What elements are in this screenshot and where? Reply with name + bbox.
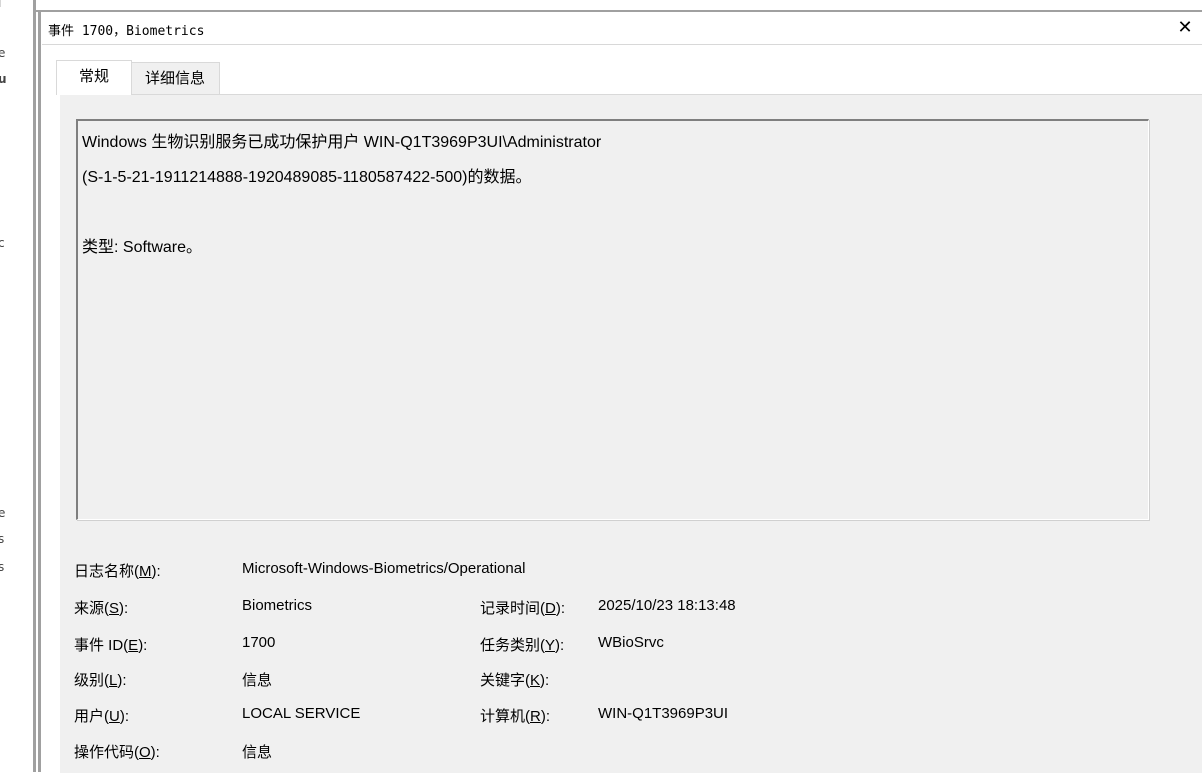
general-tab-panel: Windows 生物识别服务已成功保护用户 WIN-Q1T3969P3UI\Ad… [60,94,1202,773]
tab-general[interactable]: 常规 [56,60,132,95]
level-label: 级别(L): [74,672,127,689]
background-text-fragment: e [0,46,6,60]
background-window-edge: l e u c e s s [0,0,32,772]
opcode-value: 信息 [242,744,273,761]
task-category-value: WBioSrvc [598,634,664,651]
event-properties-dialog: 事件 1700，Biometrics ✕ 常规 详细信息 Windows 生物识… [42,12,1202,773]
logged-label: 记录时间(D): [480,600,566,617]
user-value: LOCAL SERVICE [242,705,361,722]
close-icon[interactable]: ✕ [1174,16,1196,40]
log-name-value: Microsoft-Windows-Biometrics/Operational [242,560,526,577]
tab-details[interactable]: 详细信息 [130,62,220,95]
source-label: 来源(S): [74,600,129,617]
opcode-label: 操作代码(O): [74,744,160,761]
log-name-label: 日志名称(M): [74,563,161,580]
background-text-fragment: c [0,236,5,250]
title-bar[interactable]: 事件 1700，Biometrics ✕ [42,12,1202,45]
logged-value: 2025/10/23 18:13:48 [598,597,736,614]
keywords-label: 关键字(K): [480,672,550,689]
splitter-bar[interactable] [38,0,41,772]
splitter-bar[interactable] [33,0,36,772]
description-line: (S-1-5-21-1911214888-1920489085-11805874… [82,169,532,186]
background-text-fragment: u [0,72,7,86]
computer-label: 计算机(R): [480,708,551,725]
background-text-fragment: l [0,0,1,10]
event-id-value: 1700 [242,634,276,651]
event-description-box[interactable]: Windows 生物识别服务已成功保护用户 WIN-Q1T3969P3UI\Ad… [76,119,1149,520]
event-id-label: 事件 ID(E): [74,637,148,654]
description-line: 类型: Software。 [82,239,203,256]
dialog-title: 事件 1700，Biometrics [48,24,205,39]
pane-top-border [36,0,1202,12]
task-category-label: 任务类别(Y): [480,637,565,654]
computer-value: WIN-Q1T3969P3UI [598,705,729,722]
background-text-fragment: e [0,506,6,520]
source-value: Biometrics [242,597,313,614]
level-value: 信息 [242,672,273,689]
background-text-fragment: s [0,560,5,574]
background-text-fragment: s [0,532,5,546]
description-line: Windows 生物识别服务已成功保护用户 WIN-Q1T3969P3UI\Ad… [82,134,602,151]
user-label: 用户(U): [74,708,130,725]
